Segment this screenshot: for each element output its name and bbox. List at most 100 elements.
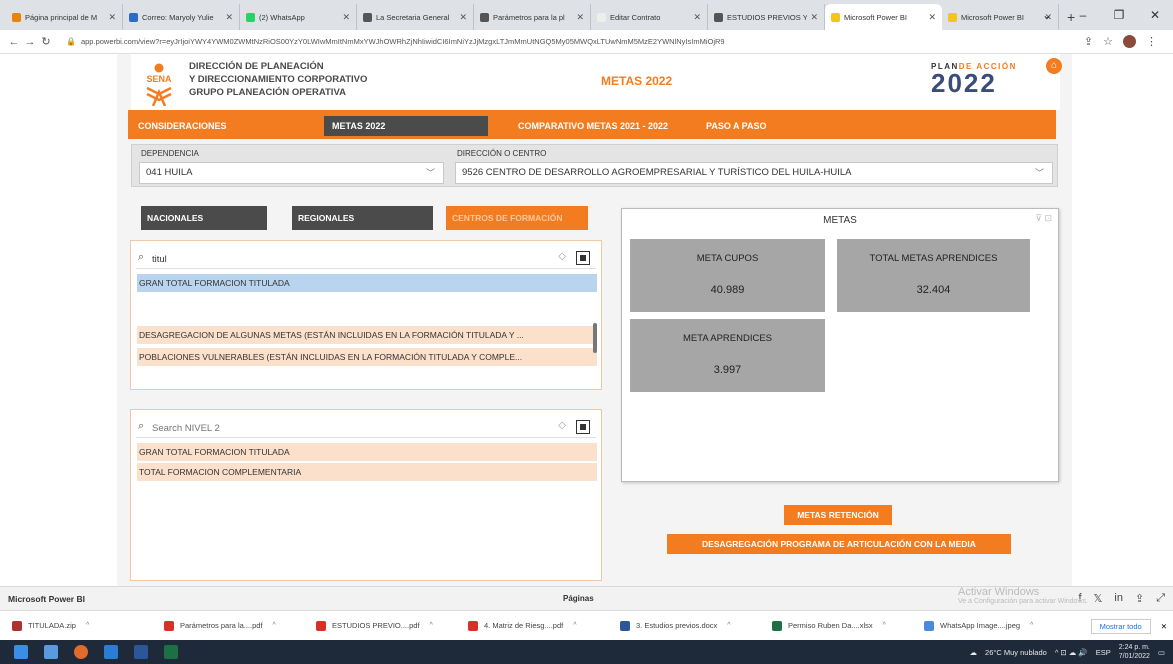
report-nav: CONSIDERACIONES METAS 2022 COMPARATIVO M… (128, 110, 1056, 139)
show-all-button[interactable]: Mostrar todo (1090, 619, 1151, 634)
reload-icon[interactable]: ↻ (38, 35, 54, 48)
eraser-icon[interactable]: ◇ (558, 420, 566, 431)
share-icon[interactable]: ⇪ (1084, 35, 1093, 48)
select-all-icon[interactable] (576, 251, 590, 265)
slicer-search-input[interactable] (152, 250, 552, 268)
eraser-icon[interactable]: ◇ (558, 251, 566, 262)
close-tab-icon[interactable]: ✕ (342, 12, 350, 23)
caret-up-icon[interactable]: ^ (273, 622, 276, 629)
tray-icons[interactable]: ^ ⊡ ☁ 🔊 (1055, 648, 1088, 657)
notifications-icon[interactable]: ▭ (1158, 648, 1165, 657)
restore-icon[interactable]: ❐ (1101, 8, 1137, 22)
download-item[interactable]: WhatsApp Image....jpeg ^ (924, 620, 1064, 631)
star-icon[interactable]: ☆ (1103, 35, 1113, 48)
visual-options-icon[interactable]: ⊽ ⊡ (1035, 213, 1052, 224)
slicer-item[interactable]: TOTAL FORMACION COMPLEMENTARIA (137, 463, 597, 481)
browser-tab[interactable]: ESTUDIOS PREVIOS Y ✕ (708, 4, 825, 30)
file-icon (468, 620, 478, 631)
centro-dropdown[interactable]: 9526 CENTRO DE DESARROLLO AGROEMPRESARIA… (455, 162, 1053, 184)
share-icon[interactable]: ⇪ (1135, 592, 1144, 605)
browser-tab[interactable]: Correo: Maryoly Yulie ✕ (123, 4, 240, 30)
nav-comparativo[interactable]: COMPARATIVO METAS 2021 - 2022 (510, 116, 686, 136)
mail-icon[interactable] (104, 645, 118, 659)
download-name: Permiso Ruben Da....xlsx (788, 621, 873, 630)
browser-tab[interactable]: Página principal de M ✕ (6, 4, 123, 30)
download-item[interactable]: TITULADA.zip ^ (12, 620, 152, 631)
fullscreen-icon[interactable]: ⤢ (1156, 592, 1165, 605)
clock[interactable]: 2:24 p. m. 7/01/2022 (1119, 643, 1150, 661)
download-item[interactable]: 4. Matriz de Riesg....pdf ^ (468, 620, 608, 631)
kpi-label: TOTAL METAS APRENDICES (869, 253, 998, 264)
download-item[interactable]: Parámetros para la....pdf ^ (164, 620, 304, 631)
slicer-search-input[interactable] (152, 419, 552, 437)
scope-nacionales-button[interactable]: NACIONALES (141, 206, 267, 230)
caret-up-icon[interactable]: ^ (573, 622, 576, 629)
slicer-item[interactable]: DESAGREGACION DE ALGUNAS METAS (ESTÁN IN… (137, 326, 597, 344)
minimize-icon[interactable]: – (1065, 8, 1101, 22)
scope-centros-button[interactable]: CENTROS DE FORMACIÓN (446, 206, 588, 230)
slicer-item[interactable]: POBLACIONES VULNERABLES (ESTÁN INCLUIDAS… (137, 348, 597, 366)
forward-icon[interactable]: → (22, 36, 38, 48)
close-tab-icon[interactable]: ✕ (810, 12, 818, 23)
download-item[interactable]: Permiso Ruben Da....xlsx ^ (772, 620, 912, 631)
close-window-icon[interactable]: ✕ (1137, 8, 1173, 22)
powerbi-brand[interactable]: Microsoft Power BI (8, 594, 85, 604)
menu-icon[interactable]: ⋮ (1146, 35, 1157, 48)
org-line-3: GRUPO PLANEACIÓN OPERATIVA (189, 87, 346, 98)
close-tab-icon[interactable]: ✕ (459, 12, 467, 23)
kpi-total-metas-aprendices: TOTAL METAS APRENDICES 32.404 (837, 239, 1030, 312)
scope-regionales-button[interactable]: REGIONALES (292, 206, 433, 230)
nav-paso-a-paso[interactable]: PASO A PASO (698, 116, 858, 136)
weather-text[interactable]: 26°C Muy nublado (985, 648, 1047, 657)
close-tab-icon[interactable]: ✕ (108, 12, 116, 23)
download-item[interactable]: 3. Estudios previos.docx ^ (620, 620, 760, 631)
tab-favicon-icon (480, 12, 489, 22)
close-tab-icon[interactable]: ✕ (576, 12, 584, 23)
tab-favicon-icon (948, 12, 957, 22)
search-icon: ⌕ (138, 251, 145, 263)
url-field[interactable]: 🔒 app.powerbi.com/view?r=eyJrIjoiYWY4YWM… (60, 33, 1084, 51)
dependencia-dropdown[interactable]: 041 HUILA ﹀ (139, 162, 444, 184)
plan-de-accion-logo: PLANDE ACCIÓN 2022 (931, 62, 1041, 102)
excel-icon[interactable] (164, 645, 178, 659)
home-icon[interactable]: ⌂ (1046, 58, 1062, 74)
nav-metas-2022[interactable]: METAS 2022 (324, 116, 488, 136)
profile-avatar[interactable] (1123, 35, 1136, 48)
slicer-item[interactable]: GRAN TOTAL FORMACION TITULADA (137, 274, 597, 292)
tab-search-icon[interactable]: ⌄ (1029, 8, 1065, 22)
chrome-icon[interactable] (74, 645, 88, 659)
pages-label[interactable]: Páginas (563, 594, 594, 603)
linkedin-icon[interactable]: in (1114, 592, 1123, 605)
browser-tab[interactable]: Microsoft Power BI ✕ (825, 4, 942, 30)
browser-tab[interactable]: Editar Contrato ✕ (591, 4, 708, 30)
caret-up-icon[interactable]: ^ (430, 622, 433, 629)
metas-retencion-button[interactable]: METAS RETENCIÓN (784, 505, 892, 525)
download-name: 3. Estudios previos.docx (636, 621, 718, 630)
caret-up-icon[interactable]: ^ (727, 622, 730, 629)
caret-up-icon[interactable]: ^ (883, 622, 886, 629)
slicer-item[interactable]: GRAN TOTAL FORMACION TITULADA (137, 443, 597, 461)
select-all-icon[interactable] (576, 420, 590, 434)
close-tab-icon[interactable]: ✕ (225, 12, 233, 23)
nivel-1-slicer: ⌕ ◇ GRAN TOTAL FORMACION TITULADA DESAGR… (130, 240, 602, 390)
browser-tab[interactable]: La Secretaria General ✕ (357, 4, 474, 30)
twitter-icon[interactable]: 𝕏 (1094, 592, 1103, 605)
browser-tab[interactable]: (2) WhatsApp ✕ (240, 4, 357, 30)
back-icon[interactable]: ← (6, 36, 22, 48)
close-tab-icon[interactable]: ✕ (693, 12, 701, 23)
articulacion-button[interactable]: DESAGREGACIÓN PROGRAMA DE ARTICULACIÓN C… (667, 534, 1011, 554)
caret-up-icon[interactable]: ^ (86, 622, 89, 629)
close-tab-icon[interactable]: ✕ (928, 12, 936, 23)
windows-start-icon[interactable] (14, 645, 28, 659)
word-icon[interactable] (134, 645, 148, 659)
tab-label: Editar Contrato (610, 12, 661, 22)
download-item[interactable]: ESTUDIOS PREVIO....pdf ^ (316, 620, 456, 631)
nav-consideraciones[interactable]: CONSIDERACIONES (130, 116, 288, 136)
language-indicator[interactable]: ESP (1096, 648, 1111, 657)
file-icon (772, 620, 782, 631)
taskview-icon[interactable] (44, 645, 58, 659)
caret-up-icon[interactable]: ^ (1030, 622, 1033, 629)
browser-tab[interactable]: Parámetros para la pl ✕ (474, 4, 591, 30)
close-downloads-icon[interactable]: ✕ (1161, 622, 1167, 631)
slicer-scrollbar[interactable] (593, 323, 597, 353)
